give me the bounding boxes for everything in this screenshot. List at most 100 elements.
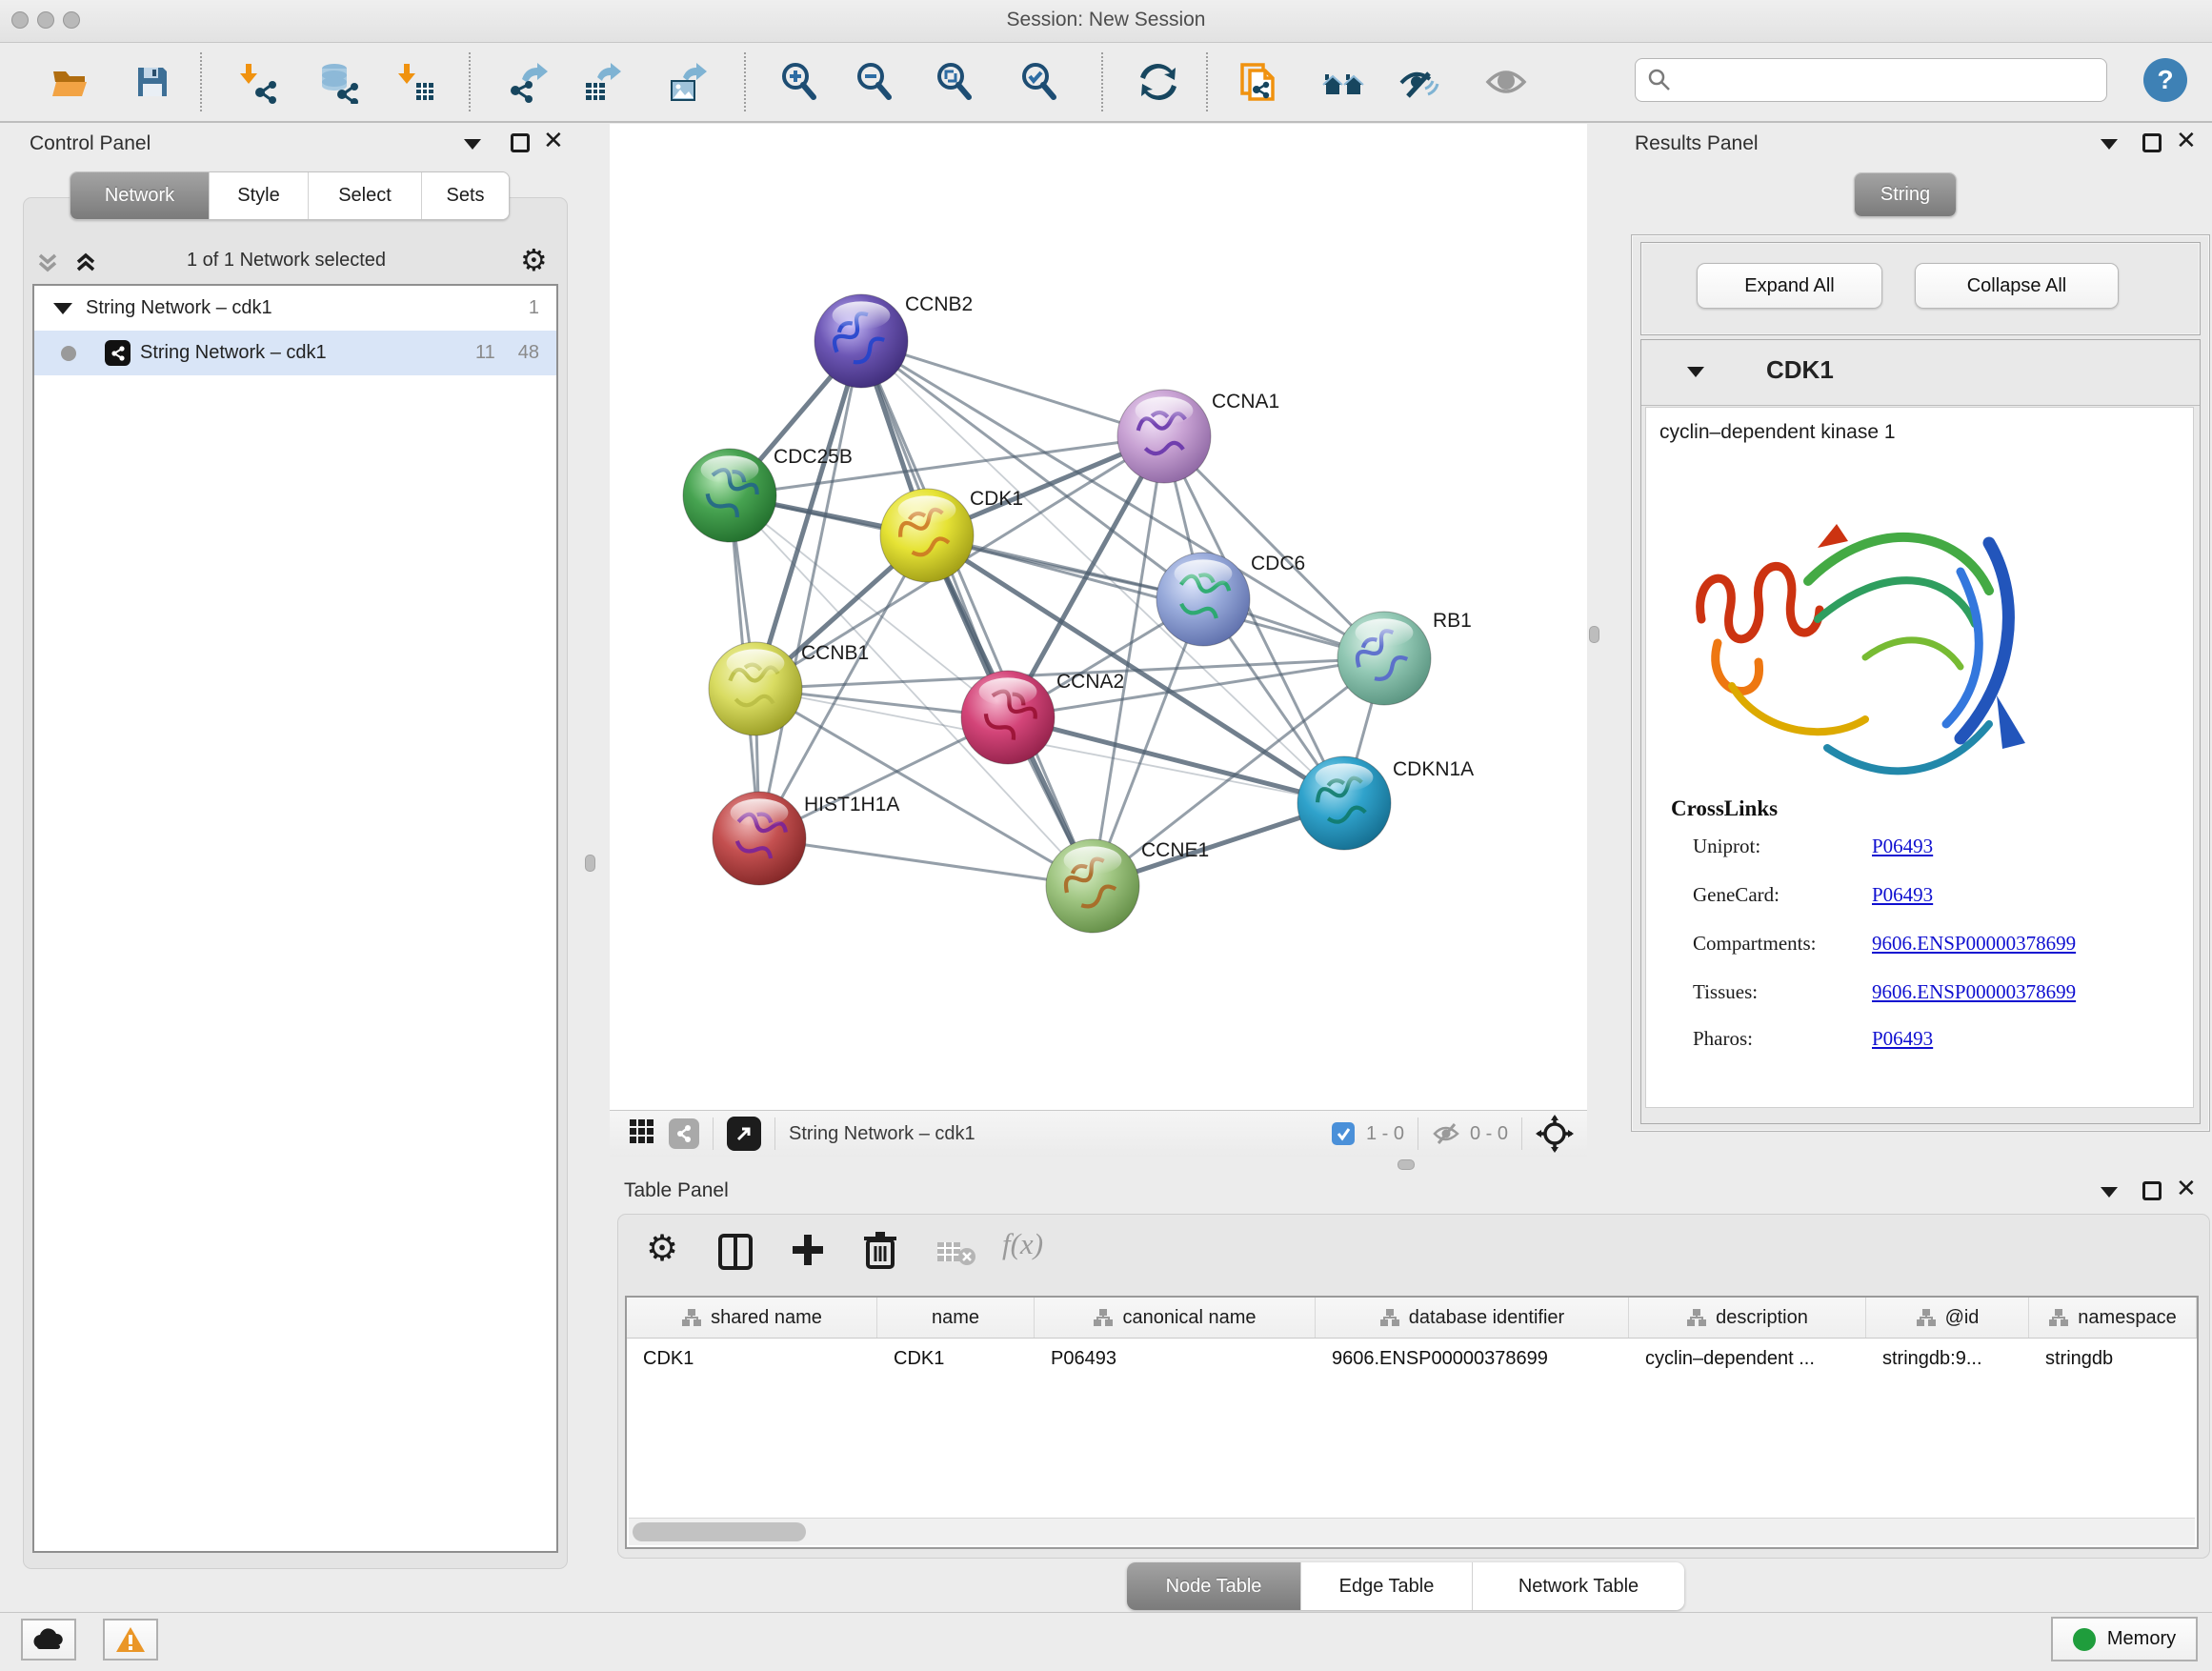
export-table-icon[interactable]	[580, 60, 624, 104]
search-input[interactable]	[1672, 69, 2085, 92]
column-header-shared-name[interactable]: shared name	[627, 1298, 877, 1338]
tab-string[interactable]: String	[1855, 173, 1956, 216]
network-edge[interactable]	[759, 838, 1093, 886]
delete-column-icon[interactable]	[860, 1229, 900, 1276]
node-table[interactable]: shared namenamecanonical namedatabase id…	[625, 1296, 2199, 1549]
zoom-in-icon[interactable]	[777, 60, 821, 104]
collapse-all-button[interactable]: Collapse All	[1915, 263, 2119, 309]
table-horizontal-scrollbar[interactable]	[629, 1518, 2195, 1545]
open-session-icon[interactable]	[48, 60, 91, 104]
new-network-from-selection-icon[interactable]	[1237, 60, 1280, 104]
add-column-icon[interactable]	[789, 1231, 827, 1274]
left-splitter-handle[interactable]	[585, 855, 595, 872]
collapse-all-icon[interactable]	[34, 250, 61, 281]
bottom-splitter-handle[interactable]	[1398, 1159, 1415, 1170]
tab-sets[interactable]: Sets	[421, 172, 509, 219]
first-neighbors-icon[interactable]	[1321, 60, 1365, 104]
crosslink-tissues-link[interactable]: 9606.ENSP00000378699	[1872, 980, 2076, 1004]
tab-edge-table[interactable]: Edge Table	[1300, 1562, 1472, 1610]
tab-node-table[interactable]: Node Table	[1127, 1562, 1300, 1610]
control-panel-close-icon[interactable]: ✕	[543, 131, 564, 151]
results-panel-close-icon[interactable]: ✕	[2176, 131, 2197, 151]
zoom-selected-icon[interactable]	[1017, 60, 1061, 104]
expand-all-icon[interactable]	[72, 250, 99, 281]
results-panel-menu-icon[interactable]	[2101, 139, 2118, 150]
table-panel-float-icon[interactable]	[2142, 1181, 2162, 1200]
network-node-CDKN1A[interactable]	[1297, 756, 1391, 850]
export-image-icon[interactable]	[666, 60, 710, 104]
network-graph[interactable]: CCNB2CCNA1CDC25BCDK1CDC6RB1CCNB1CCNA2CDK…	[610, 124, 1587, 1110]
crosslink-uniprot-link[interactable]: P06493	[1872, 835, 1933, 858]
crosslink-compartments-link[interactable]: 9606.ENSP00000378699	[1872, 932, 2076, 956]
zoom-fit-icon[interactable]	[933, 60, 976, 104]
column-header-description[interactable]: description	[1629, 1298, 1866, 1338]
refresh-icon[interactable]	[1136, 60, 1180, 104]
tab-network[interactable]: Network	[70, 172, 209, 219]
memory-button[interactable]: Memory	[2051, 1617, 2198, 1661]
crosslink-pharos-link[interactable]: P06493	[1872, 1027, 1933, 1051]
gene-collapse-icon[interactable]	[1687, 367, 1704, 377]
network-node-CCNB2[interactable]	[814, 294, 908, 388]
selected-checkbox-icon[interactable]	[1332, 1122, 1355, 1145]
column-header-name[interactable]: name	[877, 1298, 1035, 1338]
pan-crosshair-icon[interactable]	[1536, 1115, 1574, 1153]
table-cell[interactable]: CDK1	[877, 1339, 1035, 1379]
birdseye-grid-icon[interactable]	[629, 1118, 655, 1150]
network-options-gear-icon[interactable]: ⚙	[520, 242, 548, 278]
network-edge[interactable]	[759, 341, 861, 838]
control-panel-menu-icon[interactable]	[464, 139, 481, 150]
expand-all-button[interactable]: Expand All	[1697, 263, 1882, 309]
function-builder-icon[interactable]: f(x)	[1002, 1227, 1043, 1261]
scrollbar-thumb[interactable]	[633, 1522, 806, 1541]
tab-style[interactable]: Style	[209, 172, 308, 219]
search-field[interactable]	[1635, 58, 2107, 102]
export-network-icon[interactable]	[505, 60, 549, 104]
import-table-icon[interactable]	[393, 60, 437, 104]
network-node-HIST1H1A[interactable]	[713, 792, 806, 885]
network-node-RB1[interactable]	[1337, 612, 1431, 705]
column-header-database-identifier[interactable]: database identifier	[1316, 1298, 1629, 1338]
network-node-CCNB1[interactable]	[709, 642, 802, 735]
network-edge[interactable]	[861, 341, 1164, 436]
help-button[interactable]: ?	[2143, 58, 2187, 102]
network-collection-row[interactable]: String Network – cdk1 1	[34, 286, 556, 331]
table-cell[interactable]: P06493	[1035, 1339, 1316, 1379]
warnings-button[interactable]	[103, 1619, 158, 1661]
import-network-database-icon[interactable]	[316, 60, 360, 104]
open-in-new-window-icon[interactable]	[727, 1117, 761, 1151]
network-node-CDK1[interactable]	[880, 489, 974, 582]
network-node-CDC6[interactable]	[1156, 553, 1250, 646]
network-node-CCNE1[interactable]	[1046, 839, 1139, 933]
delete-table-icon[interactable]	[935, 1238, 977, 1272]
network-node-CCNA2[interactable]	[961, 671, 1055, 764]
column-header-namespace[interactable]: namespace	[2029, 1298, 2197, 1338]
network-edge[interactable]	[927, 535, 1384, 658]
save-session-icon[interactable]	[131, 60, 174, 104]
gene-header[interactable]: CDK1	[1641, 340, 2200, 406]
show-columns-icon[interactable]	[716, 1233, 754, 1276]
crosslink-genecard-link[interactable]: P06493	[1872, 883, 1933, 907]
table-cell[interactable]: stringdb:9...	[1866, 1339, 2029, 1379]
network-canvas[interactable]: CCNB2CCNA1CDC25BCDK1CDC6RB1CCNB1CCNA2CDK…	[610, 124, 1587, 1110]
tab-network-table[interactable]: Network Table	[1472, 1562, 1684, 1610]
table-panel-menu-icon[interactable]	[2101, 1187, 2118, 1198]
tab-select[interactable]: Select	[308, 172, 421, 219]
network-row-selected[interactable]: String Network – cdk1 11 48	[34, 331, 556, 375]
table-row[interactable]: CDK1CDK1P064939606.ENSP00000378699cyclin…	[627, 1339, 2197, 1379]
hide-selected-icon[interactable]	[1397, 60, 1440, 104]
tree-expand-icon[interactable]	[53, 303, 72, 314]
table-cell[interactable]: stringdb	[2029, 1339, 2197, 1379]
show-all-icon[interactable]	[1484, 60, 1528, 104]
table-options-gear-icon[interactable]: ⚙	[646, 1227, 678, 1269]
network-node-CCNA1[interactable]	[1117, 390, 1211, 483]
cloud-status-button[interactable]	[21, 1619, 76, 1661]
string-overlay-icon[interactable]	[669, 1118, 699, 1149]
control-panel-float-icon[interactable]	[511, 133, 530, 152]
import-network-icon[interactable]	[235, 60, 279, 104]
zoom-out-icon[interactable]	[853, 60, 896, 104]
network-node-CDC25B[interactable]	[683, 449, 776, 542]
column-header-canonical-name[interactable]: canonical name	[1035, 1298, 1316, 1338]
table-cell[interactable]: 9606.ENSP00000378699	[1316, 1339, 1629, 1379]
table-panel-close-icon[interactable]: ✕	[2176, 1179, 2197, 1198]
column-header--id[interactable]: @id	[1866, 1298, 2029, 1338]
